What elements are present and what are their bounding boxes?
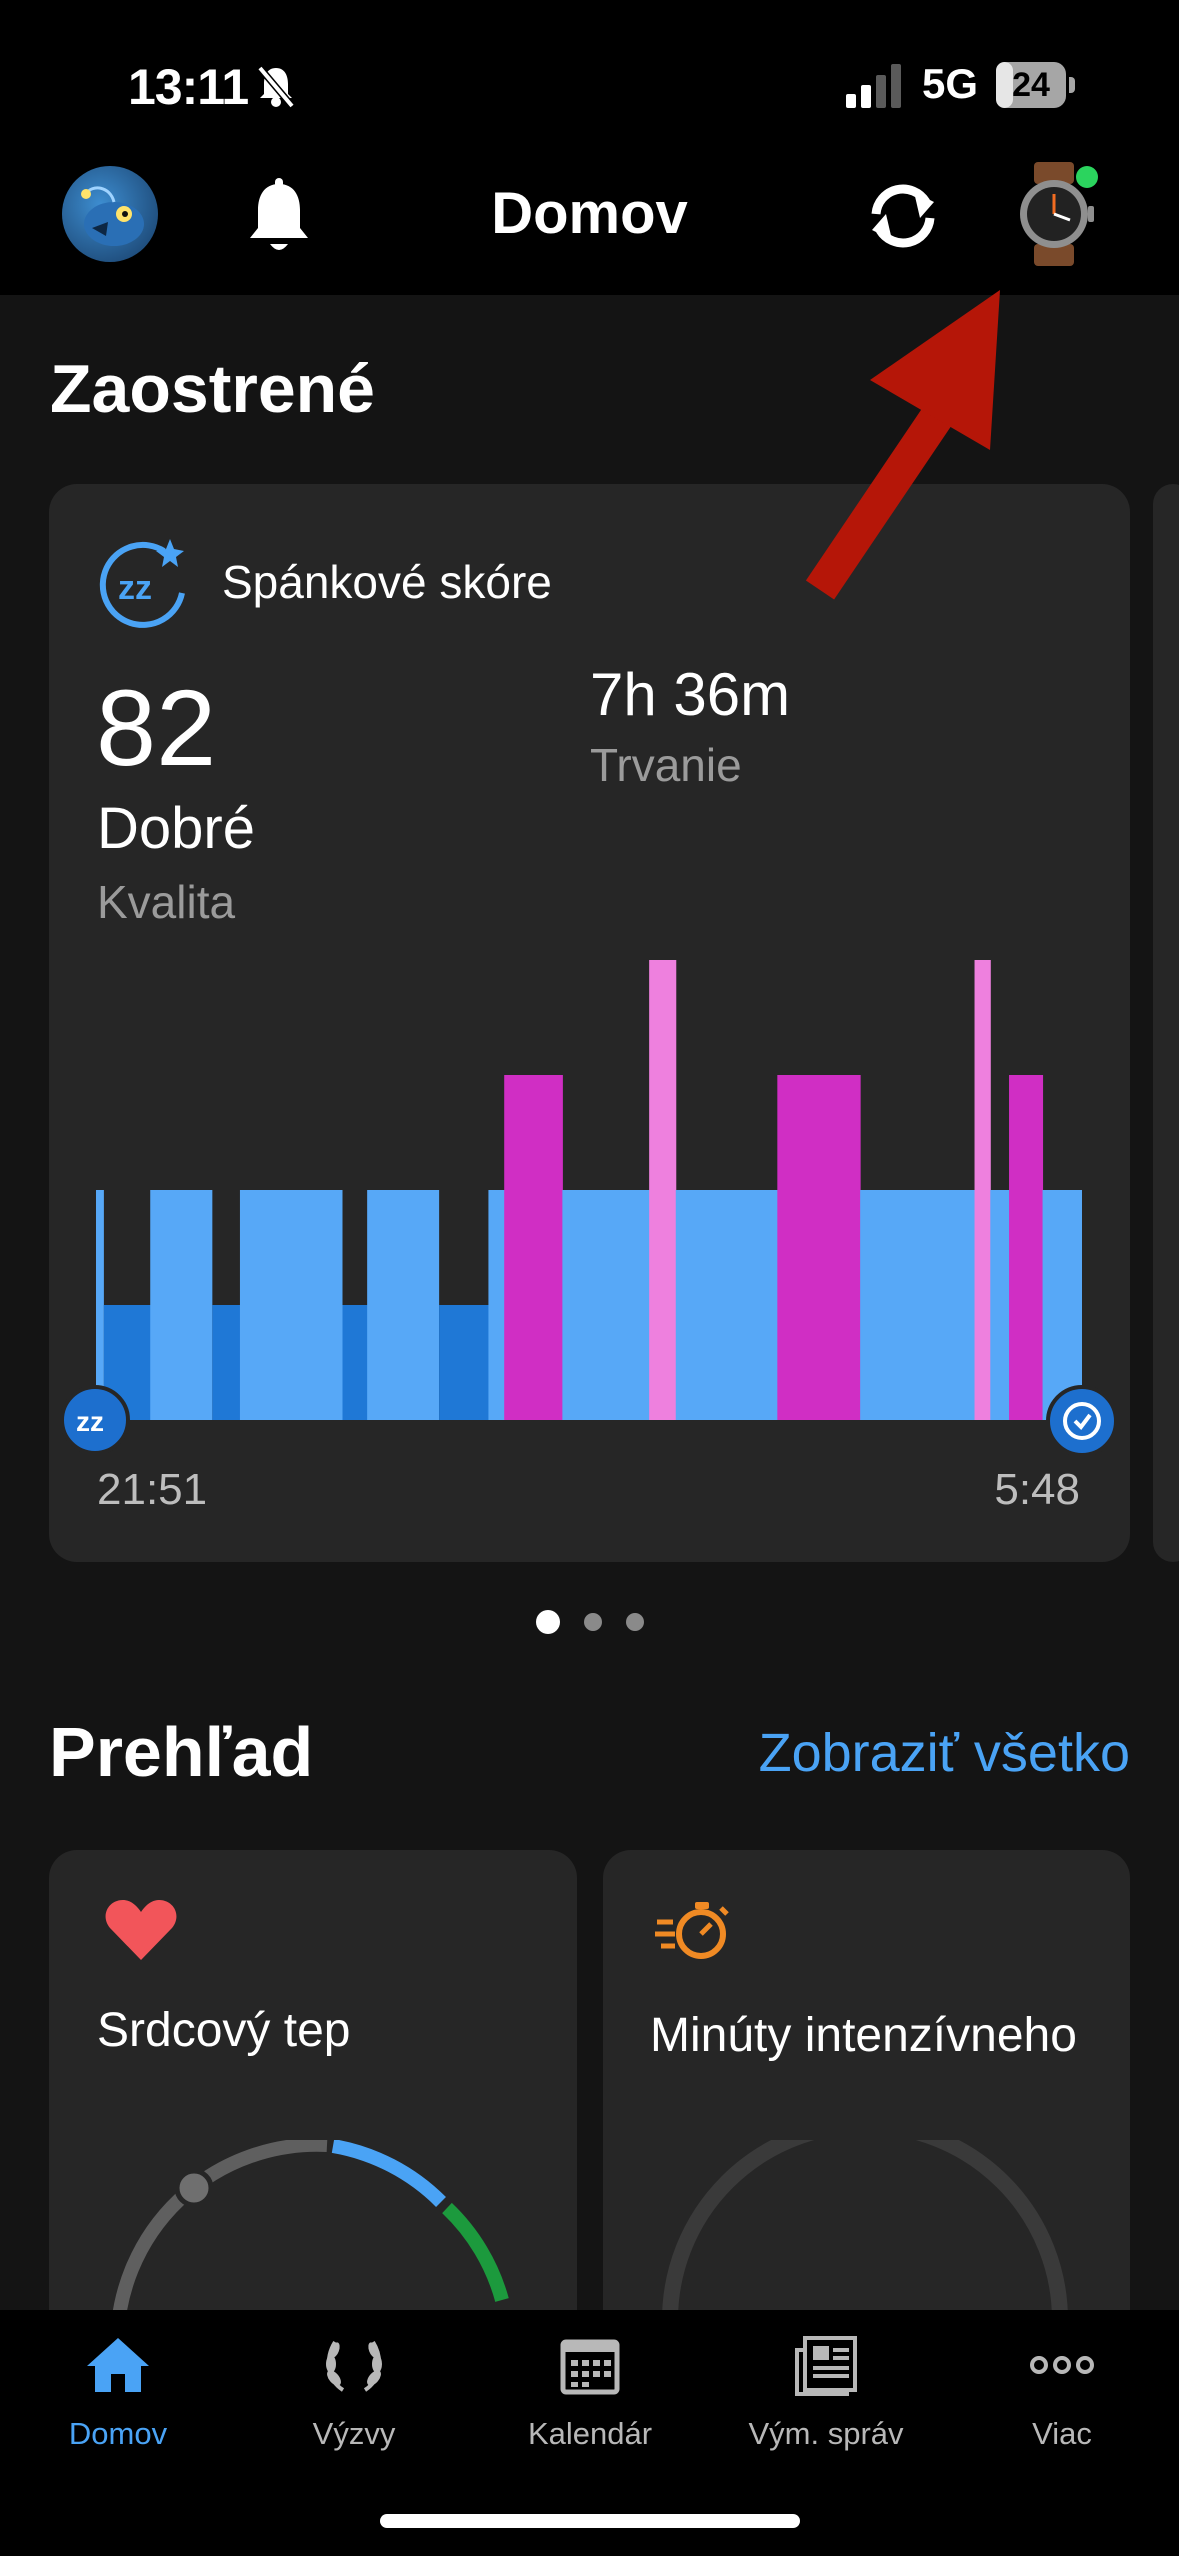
tab-label: Výzvy xyxy=(312,2416,396,2451)
sleep-stage-bar-light xyxy=(990,1190,1010,1420)
red-arrow-annotation xyxy=(805,290,1000,600)
sleep-stage-bar-light xyxy=(367,1190,440,1420)
more-icon xyxy=(1030,2356,1094,2374)
sleep-score-label: Spánkové skóre xyxy=(222,556,552,608)
tab-label: Domov xyxy=(68,2416,168,2451)
sleep-stage-bar-light xyxy=(150,1190,213,1420)
cellular-signal-icon xyxy=(846,64,901,108)
intensity-minutes-label: Minúty intenzívneho xyxy=(650,2009,1077,2062)
laurel-icon xyxy=(326,2340,382,2392)
section-title-overview: Prehľad xyxy=(49,1713,314,1791)
sleep-score-value: 82 xyxy=(96,667,217,788)
network-type: 5G xyxy=(922,60,979,107)
news-icon xyxy=(795,2336,857,2396)
calendar-icon xyxy=(560,2339,620,2395)
page-title: Domov xyxy=(491,181,688,246)
heart-rate-gauge xyxy=(111,2140,509,2320)
sleep-stage-bar-rem xyxy=(1009,1075,1044,1420)
tab-more[interactable]: Viac xyxy=(944,2330,1179,2452)
tab-label: Vým. správ xyxy=(748,2416,904,2451)
sleep-stage-bar-awake xyxy=(649,960,677,1420)
sleep-zz-icon: zz xyxy=(99,539,185,628)
device-connected-dot xyxy=(1076,166,1098,188)
sleep-stage-bar-deep xyxy=(439,1305,489,1420)
tab-label: Kalendár xyxy=(527,2416,653,2451)
sleep-stage-bar-rem xyxy=(777,1075,861,1420)
next-card-peek[interactable] xyxy=(1153,484,1179,1562)
silent-mode-icon xyxy=(257,65,295,108)
tab-label: Viac xyxy=(1032,2416,1092,2451)
home-indicator xyxy=(380,2514,800,2528)
sleep-start-time: 21:51 xyxy=(97,1465,208,1514)
svg-text:zz: zz xyxy=(118,569,152,607)
wake-clock-icon xyxy=(1046,1385,1118,1457)
sleep-stage-bar-light xyxy=(675,1190,778,1420)
sleep-stage-bar-light xyxy=(239,1190,343,1420)
carousel-page-indicator xyxy=(0,1610,1179,1640)
intensity-minutes-gauge xyxy=(662,2140,1068,2320)
sleep-end-time: 5:48 xyxy=(994,1465,1080,1514)
sleep-duration-label: Trvanie xyxy=(590,739,742,791)
sleep-quality-label: Kvalita xyxy=(97,876,236,928)
tab-home[interactable]: Domov xyxy=(0,2330,236,2452)
sleep-stage-bar-light xyxy=(488,1190,505,1420)
tab-challenges[interactable]: Výzvy xyxy=(236,2330,472,2452)
sleep-stages-chart xyxy=(96,960,1082,1420)
sleep-duration-value: 7h 36m xyxy=(590,661,791,728)
battery-icon: 24 xyxy=(996,62,1076,110)
carousel-dot xyxy=(625,1613,644,1631)
show-all-link[interactable]: Zobraziť všetko xyxy=(700,1722,1130,1784)
sleep-stage-bar-deep xyxy=(342,1305,368,1420)
sync-icon[interactable] xyxy=(862,180,944,252)
heart-rate-label: Srdcový tep xyxy=(97,2004,351,2057)
section-title-focus: Zaostrené xyxy=(50,351,375,427)
sleep-stage-bar-light xyxy=(860,1190,976,1420)
tab-calendar[interactable]: Kalendár xyxy=(472,2330,708,2452)
tab-news[interactable]: Vým. správ xyxy=(708,2330,944,2452)
heart-icon xyxy=(105,1900,177,1960)
sleep-stage-bar-awake xyxy=(974,960,991,1420)
home-icon xyxy=(87,2338,149,2392)
status-time: 13:11 xyxy=(128,59,249,115)
stopwatch-icon xyxy=(655,1902,729,1959)
carousel-dot xyxy=(535,1610,560,1634)
sleep-stage-bar-rem xyxy=(504,1075,563,1420)
battery-percent: 24 xyxy=(1012,66,1050,104)
carousel-dot xyxy=(583,1613,602,1631)
sleep-start-icon: zz xyxy=(60,1385,130,1455)
sleep-stage-bar-light xyxy=(562,1190,650,1420)
sleep-stage-bar-deep xyxy=(212,1305,241,1420)
svg-text:zz: zz xyxy=(76,1406,104,1437)
sleep-quality-value: Dobré xyxy=(97,796,255,861)
